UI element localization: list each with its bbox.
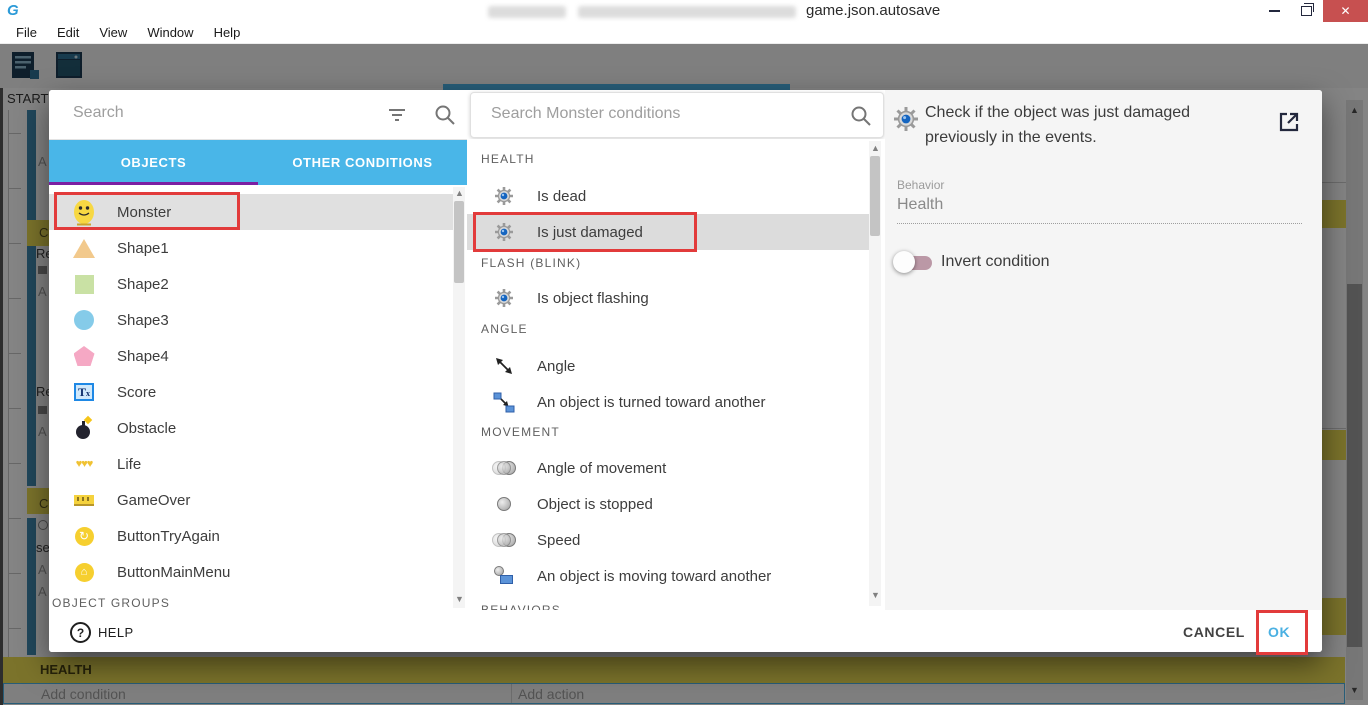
home-button-icon: ⌂ bbox=[69, 562, 99, 582]
condition-is-dead[interactable]: Is dead bbox=[467, 178, 869, 214]
object-search-bar bbox=[49, 90, 467, 140]
search-icon[interactable] bbox=[849, 104, 873, 128]
section-header-behaviors: BEHAVIORS bbox=[481, 603, 561, 610]
annotation-monster bbox=[54, 192, 240, 230]
moving-circles-icon bbox=[489, 533, 519, 547]
behavior-gear-icon bbox=[489, 186, 519, 206]
object-row-obstacle[interactable]: Obstacle bbox=[49, 410, 453, 446]
search-icon[interactable] bbox=[433, 103, 457, 127]
condition-turned-toward[interactable]: An object is turned toward another bbox=[467, 384, 869, 420]
section-header-angle: ANGLE bbox=[481, 322, 528, 336]
pentagon-icon bbox=[69, 346, 99, 366]
scroll-up-icon[interactable]: ▲ bbox=[871, 144, 880, 153]
help-icon: ? bbox=[70, 622, 91, 643]
tab-objects[interactable]: OBJECTS bbox=[49, 140, 258, 185]
condition-is-object-flashing[interactable]: Is object flashing bbox=[467, 280, 869, 316]
section-header-movement: MOVEMENT bbox=[481, 425, 560, 439]
instruction-editor-dialog: OBJECTS OTHER CONDITIONS Monster Sha bbox=[49, 90, 1322, 652]
double-arrow-icon bbox=[489, 356, 519, 376]
menu-file[interactable]: File bbox=[6, 22, 47, 43]
section-header-flash: FLASH (BLINK) bbox=[481, 256, 582, 270]
object-groups-header: OBJECT GROUPS bbox=[52, 596, 171, 610]
object-row-buttonmainmenu[interactable]: ⌂ ButtonMainMenu bbox=[49, 554, 453, 590]
object-row-shape4[interactable]: Shape4 bbox=[49, 338, 453, 374]
retry-button-icon: ↻ bbox=[69, 526, 99, 546]
invert-condition-label: Invert condition bbox=[941, 253, 1050, 270]
restore-button[interactable] bbox=[1290, 0, 1322, 22]
object-selector-panel: OBJECTS OTHER CONDITIONS Monster Sha bbox=[49, 90, 467, 652]
conditions-list: HEALTH Is dead Is just damaged FLASH (BL… bbox=[467, 139, 885, 610]
annotation-is-just-damaged bbox=[473, 212, 697, 252]
circle-icon bbox=[69, 310, 99, 330]
object-search-input[interactable] bbox=[71, 103, 375, 123]
menu-view[interactable]: View bbox=[89, 22, 137, 43]
turned-toward-icon bbox=[489, 391, 519, 413]
object-row-buttontryagain[interactable]: ↻ ButtonTryAgain bbox=[49, 518, 453, 554]
app-window: G game.json.autosave ✕ File Edit View Wi… bbox=[0, 0, 1368, 705]
object-row-score[interactable]: Tx Score bbox=[49, 374, 453, 410]
minimize-icon bbox=[1268, 10, 1280, 12]
invert-toggle-thumb[interactable] bbox=[893, 251, 915, 273]
banner-icon bbox=[69, 494, 99, 506]
objects-scrollbar[interactable]: ▲ ▼ bbox=[453, 187, 465, 608]
title-redacted-segment bbox=[578, 6, 796, 18]
condition-search-bar bbox=[470, 92, 884, 138]
annotation-ok bbox=[1256, 610, 1308, 655]
behavior-field-label: Behavior bbox=[897, 178, 945, 192]
scrollbar-thumb[interactable] bbox=[454, 201, 464, 283]
bomb-icon bbox=[69, 415, 99, 439]
section-header-health: HEALTH bbox=[481, 152, 535, 166]
moving-circles-icon bbox=[489, 461, 519, 475]
condition-moving-toward[interactable]: An object is moving toward another bbox=[467, 558, 869, 594]
menu-window[interactable]: Window bbox=[137, 22, 203, 43]
condition-detail-panel: Check if the object was just damaged pre… bbox=[885, 90, 1322, 610]
condition-object-stopped[interactable]: Object is stopped bbox=[467, 486, 869, 522]
object-row-shape3[interactable]: Shape3 bbox=[49, 302, 453, 338]
behavior-gear-icon bbox=[489, 288, 519, 308]
menu-bar: File Edit View Window Help bbox=[0, 22, 1368, 44]
behavior-gear-icon bbox=[893, 106, 919, 137]
text-object-icon: Tx bbox=[69, 383, 99, 401]
object-row-gameover[interactable]: GameOver bbox=[49, 482, 453, 518]
object-row-shape2[interactable]: Shape2 bbox=[49, 266, 453, 302]
condition-search-input[interactable] bbox=[489, 104, 823, 124]
close-button[interactable]: ✕ bbox=[1323, 0, 1368, 22]
menu-edit[interactable]: Edit bbox=[47, 22, 89, 43]
gdevelop-logo-icon: G bbox=[7, 2, 19, 19]
field-underline bbox=[897, 223, 1302, 224]
object-row-shape1[interactable]: Shape1 bbox=[49, 230, 453, 266]
tab-other-conditions[interactable]: OTHER CONDITIONS bbox=[258, 140, 467, 185]
open-external-icon[interactable] bbox=[1277, 110, 1301, 134]
moving-toward-icon bbox=[489, 566, 519, 586]
title-redacted-segment bbox=[488, 6, 566, 18]
conditions-scrollbar[interactable]: ▲ ▼ bbox=[869, 141, 881, 606]
objects-list: Monster Shape1 Shape2 Shape3 Shape4 Tx S… bbox=[49, 185, 467, 610]
behavior-field-value[interactable]: Health bbox=[897, 196, 943, 214]
scroll-up-icon[interactable]: ▲ bbox=[455, 189, 464, 198]
close-icon: ✕ bbox=[1340, 4, 1351, 18]
condition-description: Check if the object was just damaged pre… bbox=[925, 104, 1191, 146]
title-bar: G game.json.autosave ✕ bbox=[0, 0, 1368, 22]
hearts-icon: ♥♥♥ bbox=[75, 457, 94, 470]
stopped-circle-icon bbox=[489, 497, 519, 511]
filter-icon[interactable] bbox=[387, 106, 407, 124]
selector-tabs: OBJECTS OTHER CONDITIONS bbox=[49, 140, 467, 185]
condition-angle-of-movement[interactable]: Angle of movement bbox=[467, 450, 869, 486]
scroll-down-icon[interactable]: ▼ bbox=[455, 595, 464, 604]
minimize-button[interactable] bbox=[1258, 0, 1290, 22]
cancel-button[interactable]: CANCEL bbox=[1183, 624, 1245, 640]
dialog-footer: ? HELP CANCEL OK bbox=[49, 610, 1322, 652]
object-row-life[interactable]: ♥♥♥ Life bbox=[49, 446, 453, 482]
restore-icon bbox=[1300, 3, 1314, 16]
scrollbar-thumb[interactable] bbox=[870, 156, 880, 236]
help-button[interactable]: ? HELP bbox=[70, 622, 134, 643]
condition-angle[interactable]: Angle bbox=[467, 348, 869, 384]
menu-help[interactable]: Help bbox=[204, 22, 251, 43]
triangle-icon bbox=[69, 238, 99, 258]
scroll-down-icon[interactable]: ▼ bbox=[871, 591, 880, 600]
square-icon bbox=[69, 274, 99, 294]
window-title: game.json.autosave bbox=[806, 2, 941, 19]
conditions-panel: HEALTH Is dead Is just damaged FLASH (BL… bbox=[467, 90, 885, 652]
condition-speed[interactable]: Speed bbox=[467, 522, 869, 558]
